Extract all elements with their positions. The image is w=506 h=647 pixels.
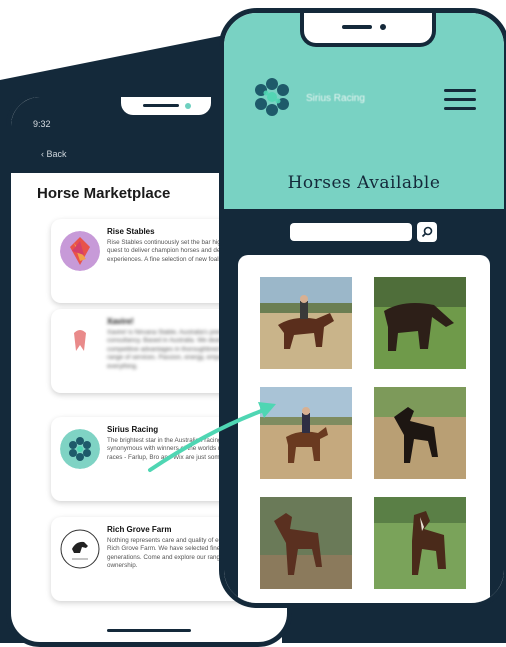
home-indicator xyxy=(107,629,191,632)
page-title: Horse Marketplace xyxy=(37,185,171,202)
search-icon xyxy=(421,226,433,238)
listing-name: Rich Grove Farm xyxy=(107,525,172,534)
phone-notch xyxy=(121,97,211,115)
xavire-logo xyxy=(60,321,100,361)
horse-photo[interactable] xyxy=(260,277,352,369)
back-label: Back xyxy=(46,149,67,159)
back-button[interactable]: ‹ Back xyxy=(41,149,67,159)
listing-name: Sirius Racing xyxy=(107,425,159,434)
horse-gallery xyxy=(238,255,490,603)
rise-stables-logo xyxy=(60,231,100,271)
phone-notch xyxy=(300,13,436,47)
hamburger-menu-icon[interactable] xyxy=(444,89,476,116)
horse-photo[interactable] xyxy=(260,497,352,589)
search-button[interactable] xyxy=(417,222,437,242)
horse-photo[interactable] xyxy=(374,277,466,369)
front-phone: Sirius Racing Horses Available xyxy=(219,8,506,608)
status-time: 9:32 xyxy=(33,119,51,129)
horse-photo[interactable] xyxy=(374,497,466,589)
horse-photo[interactable] xyxy=(374,387,466,479)
search-input[interactable] xyxy=(290,223,412,241)
page-heading: Horses Available xyxy=(287,173,441,193)
sirius-racing-logo xyxy=(60,429,100,469)
horse-photo[interactable] xyxy=(260,387,352,479)
listing-name: Xavire! xyxy=(107,317,134,326)
sirius-racing-logo xyxy=(250,75,294,119)
listing-name: Rise Stables xyxy=(107,227,155,236)
brand-name: Sirius Racing xyxy=(306,93,365,104)
rich-grove-farm-logo xyxy=(60,529,100,569)
